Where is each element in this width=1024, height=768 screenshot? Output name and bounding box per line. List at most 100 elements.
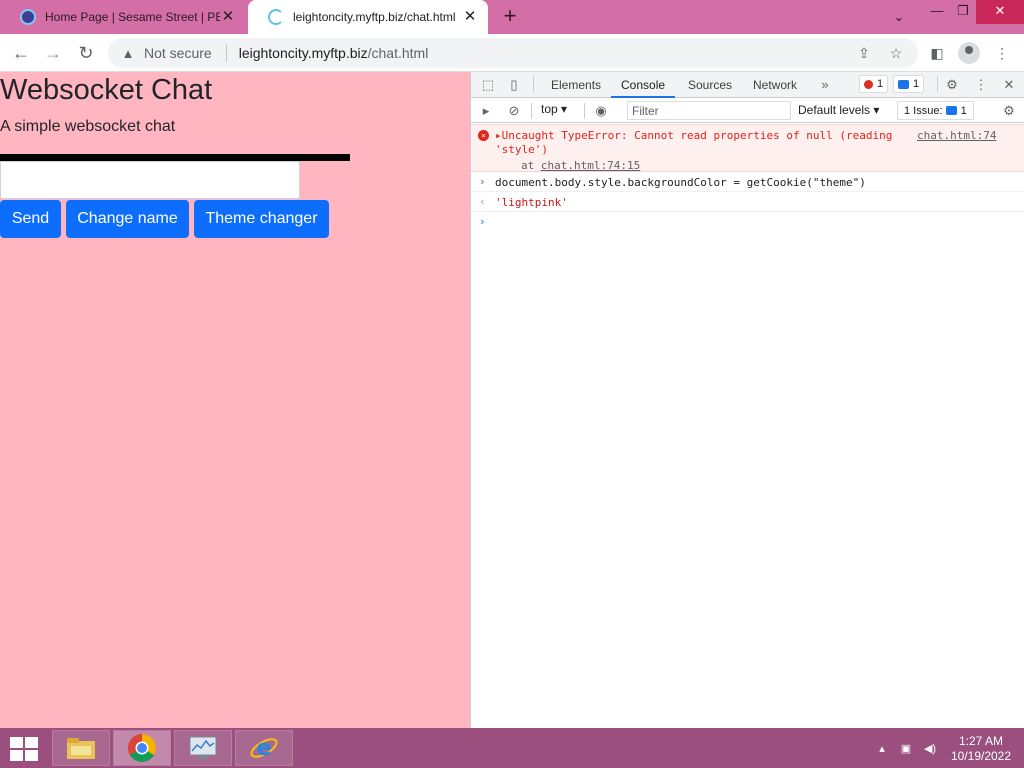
divider [531, 103, 532, 119]
issues-button[interactable]: 1 Issue: 1 [897, 101, 974, 120]
window-close-icon[interactable]: ✕ [976, 0, 1024, 24]
tab-title: Home Page | Sesame Street | PBS [45, 10, 220, 24]
stack-link[interactable]: chat.html:74:15 [541, 159, 640, 172]
system-clock[interactable]: 1:27 AM 10/19/2022 [946, 734, 1016, 764]
tab-sources[interactable]: Sources [678, 72, 742, 98]
message-icon [945, 106, 957, 115]
error-icon: ✕ [478, 130, 489, 141]
tab-elements[interactable]: Elements [541, 72, 611, 98]
message-count-badge[interactable]: 1 [893, 75, 925, 93]
tab-chat[interactable]: leightoncity.myftp.biz/chat.html ✕ [248, 0, 488, 34]
device-toolbar-icon[interactable]: ▯ [505, 76, 523, 94]
loading-favicon-icon [268, 9, 284, 25]
stack-at: at [521, 159, 535, 172]
internet-explorer-icon[interactable]: e [235, 730, 293, 766]
error-message: ▸Uncaught TypeError: Cannot read propert… [495, 129, 893, 156]
console-command: document.body.style.backgroundColor = ge… [495, 176, 866, 189]
prompt-icon: › [479, 215, 486, 228]
console-result-row: ‹ 'lightpink' [471, 192, 1024, 212]
error-source-link[interactable]: chat.html:74 [917, 129, 996, 142]
profile-avatar[interactable] [958, 42, 980, 64]
devtools-panel: ⬚ ▯ Elements Console Sources Network » 1… [470, 72, 1024, 728]
resource-monitor-icon[interactable] [174, 730, 232, 766]
error-text: Uncaught TypeError: Cannot read properti… [495, 129, 893, 156]
divider [533, 76, 534, 92]
message-input[interactable] [0, 161, 300, 199]
page-subtitle: A simple websocket chat [0, 118, 176, 135]
back-icon[interactable]: ← [9, 41, 33, 65]
forward-icon[interactable]: → [41, 41, 65, 65]
chevron-left-icon: ‹ [479, 195, 486, 208]
file-explorer-icon[interactable] [52, 730, 110, 766]
error-stack: at chat.html:74:15 [521, 159, 640, 172]
address-bar[interactable]: ▲ Not secure leightoncity.myftp.biz/chat… [108, 38, 918, 68]
theme-changer-button[interactable]: Theme changer [194, 200, 329, 238]
message-icon [898, 79, 909, 89]
windows-start-icon[interactable] [8, 736, 40, 762]
sidebar-toggle-icon[interactable]: ▸ [477, 102, 495, 120]
divider [584, 103, 585, 119]
kebab-menu-icon[interactable]: ⋮ [991, 43, 1013, 63]
error-count: 1 [877, 78, 884, 90]
console-error-row[interactable]: ✕ ▸Uncaught TypeError: Cannot read prope… [471, 124, 1024, 172]
restore-icon[interactable]: ❐ [948, 0, 978, 24]
clear-console-icon[interactable]: ⊘ [505, 102, 523, 120]
chrome-icon[interactable] [113, 730, 171, 766]
levels-value: Default levels [798, 103, 871, 117]
web-page: Websocket Chat A simple websocket chat S… [0, 72, 470, 728]
new-tab-icon[interactable]: + [498, 5, 522, 29]
devtools-tabbar: ⬚ ▯ Elements Console Sources Network » 1… [471, 72, 1024, 98]
context-selector[interactable]: top ▾ [541, 102, 567, 116]
tab-network[interactable]: Network [743, 72, 807, 98]
taskbar: e ▴ ▣ ◀) 1:27 AM 10/19/2022 [0, 728, 1024, 768]
network-icon[interactable]: ▣ [898, 742, 914, 756]
divider [937, 76, 938, 92]
error-count-badge[interactable]: 1 [859, 75, 889, 93]
gear-icon[interactable]: ⚙ [943, 76, 961, 94]
tab-sesame-street[interactable]: Home Page | Sesame Street | PBS ✕ [0, 0, 246, 34]
pbs-favicon-icon [20, 9, 36, 25]
browser-toolbar: ← → ↻ ▲ Not secure leightoncity.myftp.bi… [0, 34, 1024, 72]
log-levels-dropdown[interactable]: Default levels ▾ [798, 103, 879, 117]
tab-title: leightoncity.myftp.biz/chat.html [293, 10, 456, 24]
divider-bar [0, 154, 350, 161]
gear-icon[interactable]: ⚙ [1000, 102, 1018, 120]
context-value: top [541, 102, 558, 116]
more-tabs-icon[interactable]: » [816, 76, 834, 94]
issues-label: 1 Issue: [904, 104, 943, 117]
kebab-menu-icon[interactable]: ⋮ [972, 76, 990, 94]
url-host: leightoncity.myftp.biz [238, 45, 368, 61]
divider [225, 44, 227, 62]
console-prompt-row[interactable]: › [471, 212, 1024, 232]
chevron-down-icon[interactable]: ⌄ [884, 6, 914, 30]
security-label[interactable]: Not secure [144, 45, 212, 61]
tab-strip: Home Page | Sesame Street | PBS ✕ leight… [0, 0, 1024, 34]
bookmark-star-icon[interactable]: ☆ [886, 43, 906, 63]
issues-count: 1 [960, 104, 967, 117]
chevron-right-icon: › [479, 175, 486, 188]
url-path: /chat.html [367, 45, 429, 61]
error-icon [864, 79, 873, 89]
eye-icon[interactable]: ◉ [592, 102, 610, 120]
tab-console[interactable]: Console [611, 72, 676, 98]
reload-icon[interactable]: ↻ [74, 41, 98, 65]
close-icon[interactable]: ✕ [462, 9, 478, 25]
console-input-row: › document.body.style.backgroundColor = … [471, 172, 1024, 192]
side-panel-icon[interactable]: ◧ [926, 43, 948, 63]
clock-date: 10/19/2022 [950, 749, 1012, 763]
svg-text:e: e [257, 736, 272, 761]
message-count: 1 [913, 78, 920, 90]
close-icon[interactable]: ✕ [1000, 76, 1018, 94]
send-button[interactable]: Send [0, 200, 61, 238]
volume-icon[interactable]: ◀) [922, 742, 938, 756]
warning-icon[interactable]: ▲ [120, 46, 136, 61]
close-icon[interactable]: ✕ [220, 9, 236, 25]
change-name-button[interactable]: Change name [66, 200, 189, 238]
page-title: Websocket Chat [0, 74, 213, 106]
inspect-element-icon[interactable]: ⬚ [479, 76, 497, 94]
filter-input[interactable]: Filter [627, 101, 791, 120]
console-result: 'lightpink' [495, 196, 568, 209]
share-icon[interactable]: ⇪ [854, 43, 874, 63]
show-hidden-icons-icon[interactable]: ▴ [874, 742, 890, 756]
console-toolbar: ▸ ⊘ top ▾ ◉ Filter Default levels ▾ 1 Is… [471, 99, 1024, 123]
